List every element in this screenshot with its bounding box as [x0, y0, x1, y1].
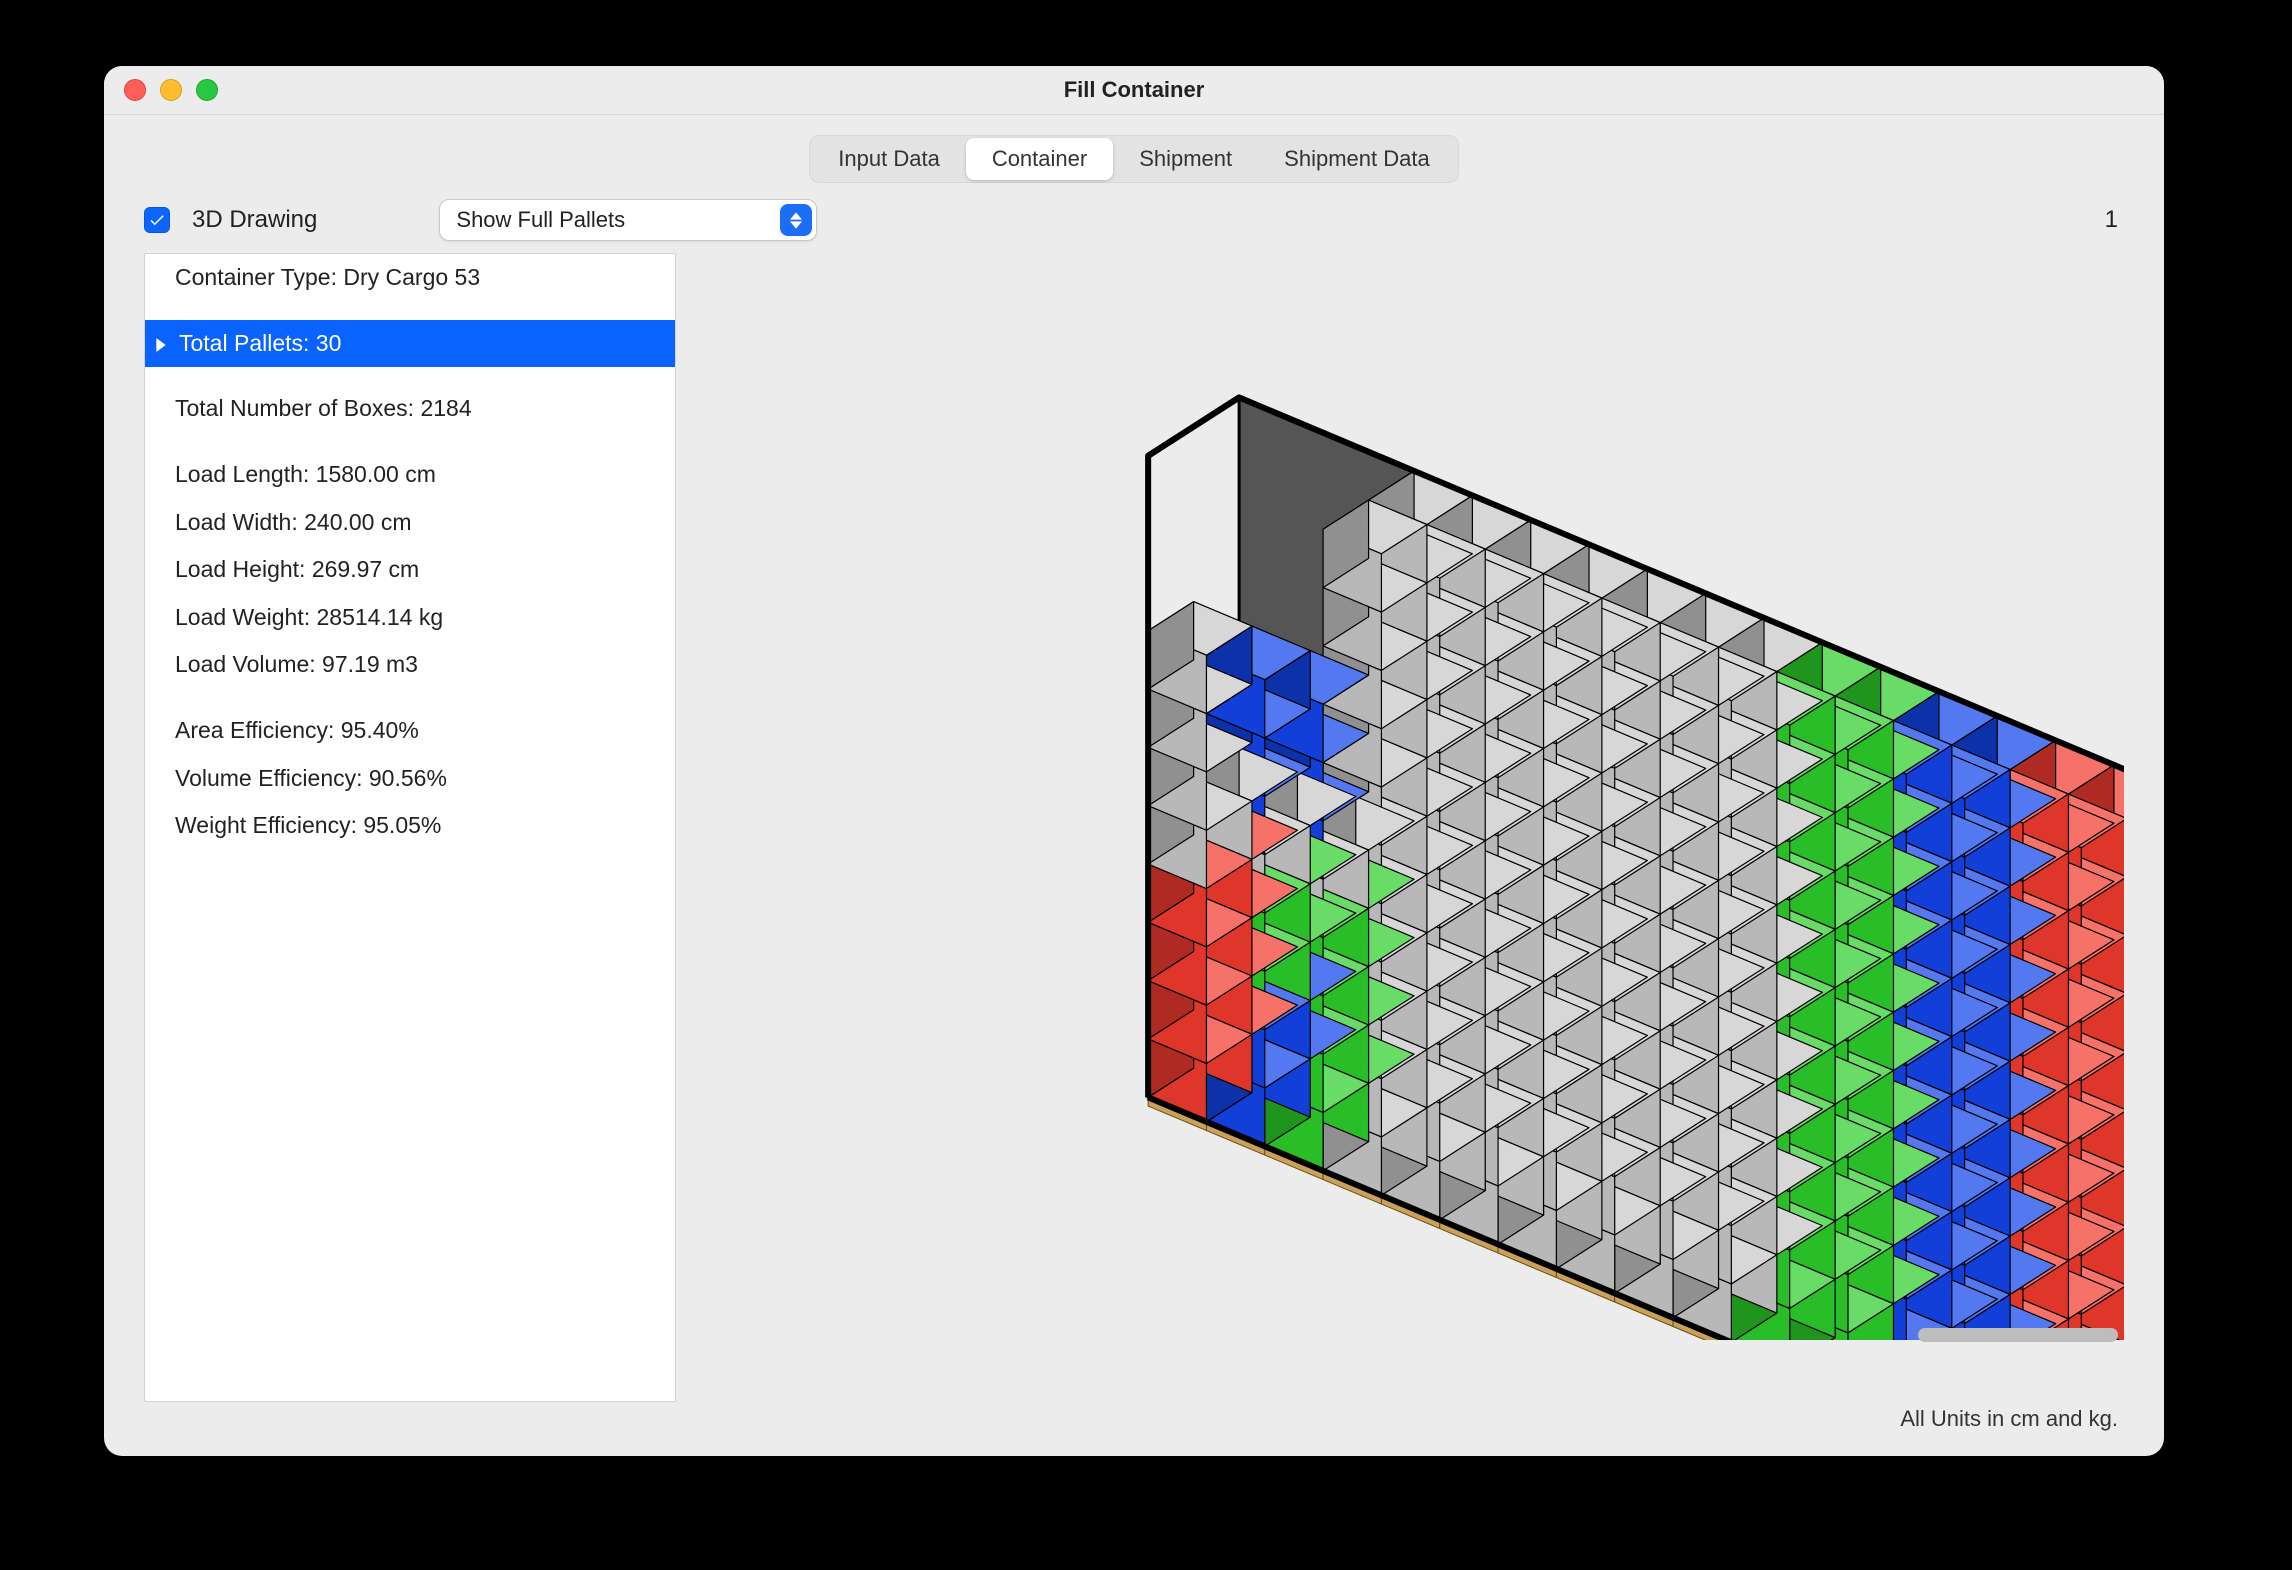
info-panel[interactable]: Container Type: Dry Cargo 53 Total Palle…: [144, 253, 676, 1402]
segmented-control: Input Data Container Shipment Shipment D…: [809, 135, 1458, 183]
info-container-type: Container Type: Dry Cargo 53: [145, 254, 675, 302]
app-window: Fill Container Input Data Container Ship…: [104, 66, 2164, 1456]
tab-shipment[interactable]: Shipment: [1113, 138, 1258, 180]
tab-bar: Input Data Container Shipment Shipment D…: [104, 115, 2164, 193]
body-area: Container Type: Dry Cargo 53 Total Palle…: [104, 253, 2164, 1412]
info-total-pallets[interactable]: Total Pallets: 30: [145, 320, 675, 368]
container-3d-view[interactable]: [676, 253, 2124, 1402]
tab-input-data[interactable]: Input Data: [812, 138, 966, 180]
check-icon: [148, 211, 166, 229]
tab-container[interactable]: Container: [966, 138, 1113, 180]
info-load-weight: Load Weight: 28514.14 kg: [145, 594, 675, 642]
page-number: 1: [2105, 206, 2124, 234]
info-load-width: Load Width: 240.00 cm: [145, 499, 675, 547]
window-controls: [104, 79, 218, 101]
minimize-window-button[interactable]: [160, 79, 182, 101]
checkbox-3d-drawing-label: 3D Drawing: [192, 206, 317, 234]
info-volume-eff: Volume Efficiency: 90.56%: [145, 755, 675, 803]
info-load-volume: Load Volume: 97.19 m3: [145, 641, 675, 689]
window-title: Fill Container: [104, 77, 2164, 103]
container-3d-svg: [676, 315, 2124, 1341]
updown-icon: [780, 204, 812, 236]
info-area-eff: Area Efficiency: 95.40%: [145, 707, 675, 755]
checkbox-3d-drawing[interactable]: [144, 207, 170, 233]
controls-row: 3D Drawing Show Full Pallets 1: [104, 193, 2164, 253]
zoom-window-button[interactable]: [196, 79, 218, 101]
info-weight-eff: Weight Efficiency: 95.05%: [145, 802, 675, 850]
info-load-length: Load Length: 1580.00 cm: [145, 451, 675, 499]
tab-shipment-data[interactable]: Shipment Data: [1258, 138, 1456, 180]
info-load-height: Load Height: 269.97 cm: [145, 546, 675, 594]
chevron-right-icon: [155, 326, 173, 362]
select-display-mode[interactable]: Show Full Pallets: [439, 199, 817, 241]
units-note: All Units in cm and kg.: [104, 1406, 2164, 1456]
info-total-pallets-label: Total Pallets: 30: [179, 326, 341, 362]
info-total-boxes: Total Number of Boxes: 2184: [145, 385, 675, 433]
horizontal-scrollbar[interactable]: [1918, 1328, 2118, 1342]
select-display-mode-value: Show Full Pallets: [456, 207, 776, 233]
titlebar: Fill Container: [104, 66, 2164, 115]
close-window-button[interactable]: [124, 79, 146, 101]
